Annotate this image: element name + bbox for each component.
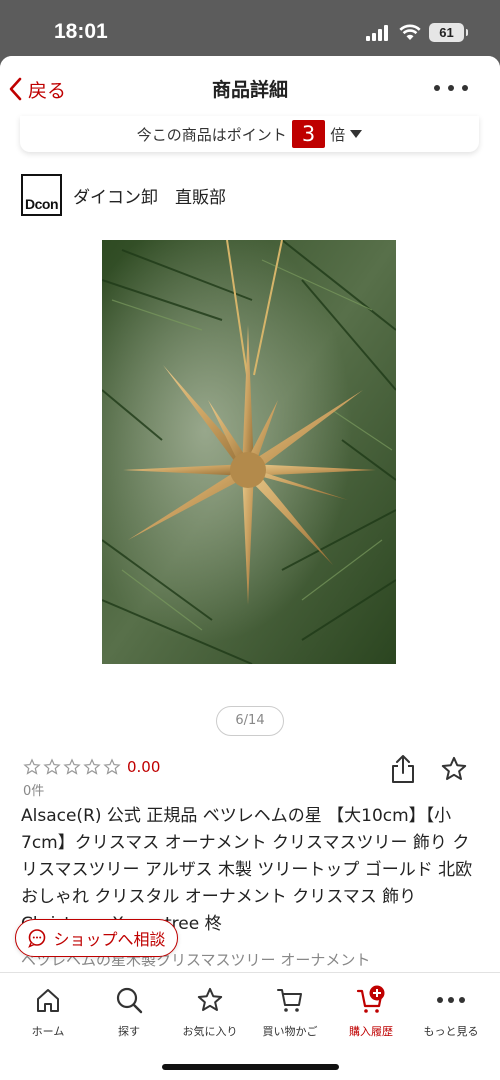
tab-label: 購入履歴 [349, 1025, 393, 1038]
cellular-signal-icon [366, 25, 390, 41]
shop-logo: Dcon [21, 174, 62, 216]
shop-name: ダイコン卸 直販部 [73, 187, 226, 208]
tab-more[interactable]: もっと見る [411, 983, 491, 1039]
points-suffix: 倍 [330, 125, 346, 144]
points-prefix: 今この商品はポイント [136, 125, 287, 144]
star-outline-icon [83, 758, 101, 775]
rating-row[interactable]: 0.00 [23, 756, 160, 778]
shop-link[interactable]: Dcon ダイコン卸 直販部 [21, 174, 226, 216]
battery-indicator: 61 [429, 23, 468, 42]
tab-cart[interactable]: 買い物かご [250, 983, 330, 1039]
image-pager: 6/14 [216, 706, 284, 736]
favorite-star-icon[interactable] [440, 755, 468, 783]
points-banner[interactable]: 今この商品はポイント 3 倍 [20, 116, 479, 152]
star-icon [197, 987, 223, 1012]
share-icon[interactable] [390, 754, 416, 784]
tab-label: 買い物かご [262, 1025, 318, 1038]
product-detail-sheet: 戻る 商品詳細 今この商品はポイント 3 倍 Dcon ダイコン卸 直販部 6/… [0, 56, 500, 1080]
shop-consult-label: ショップへ相談 [53, 930, 166, 949]
tab-label: もっと見る [423, 1025, 479, 1038]
star-outline-icon [103, 758, 121, 775]
rating-stars [23, 758, 121, 776]
search-icon [116, 987, 143, 1014]
status-time: 18:01 [54, 20, 108, 43]
page-title: 商品詳細 [211, 79, 288, 101]
tab-search[interactable]: 探す [89, 983, 169, 1039]
chat-bubble-icon [28, 929, 46, 948]
more-dots-icon [437, 997, 465, 1003]
cart-icon [277, 989, 302, 1012]
star-outline-icon [23, 758, 41, 775]
tab-purchase-history[interactable]: 購入履歴 [331, 983, 411, 1039]
tab-home[interactable]: ホーム [8, 983, 88, 1039]
home-icon [37, 989, 59, 1012]
shop-consult-button[interactable]: ショップへ相談 [15, 919, 178, 957]
tab-label: 探す [118, 1025, 140, 1038]
more-menu-button[interactable] [434, 78, 468, 98]
star-outline-icon [63, 758, 81, 775]
points-multiplier-badge: 3 [291, 120, 326, 148]
nav-header: 戻る 商品詳細 [0, 56, 500, 118]
tab-label: ホーム [31, 1025, 65, 1038]
tab-favorites[interactable]: お気に入り [170, 983, 250, 1039]
review-count[interactable]: 0件 [23, 780, 44, 799]
tab-label: お気に入り [182, 1025, 238, 1038]
caret-down-icon [350, 130, 363, 138]
product-title: Alsace(R) 公式 正規品 ベツレヘムの星 【大10cm】【小7cm】クリ… [21, 806, 473, 934]
product-image[interactable] [102, 240, 396, 664]
rating-value: 0.00 [127, 758, 161, 776]
purchase-history-icon [356, 985, 385, 1013]
wifi-icon [399, 24, 421, 40]
status-bar: 18:01 61 [0, 0, 500, 56]
star-outline-icon [43, 758, 61, 775]
home-indicator[interactable] [162, 1064, 339, 1070]
